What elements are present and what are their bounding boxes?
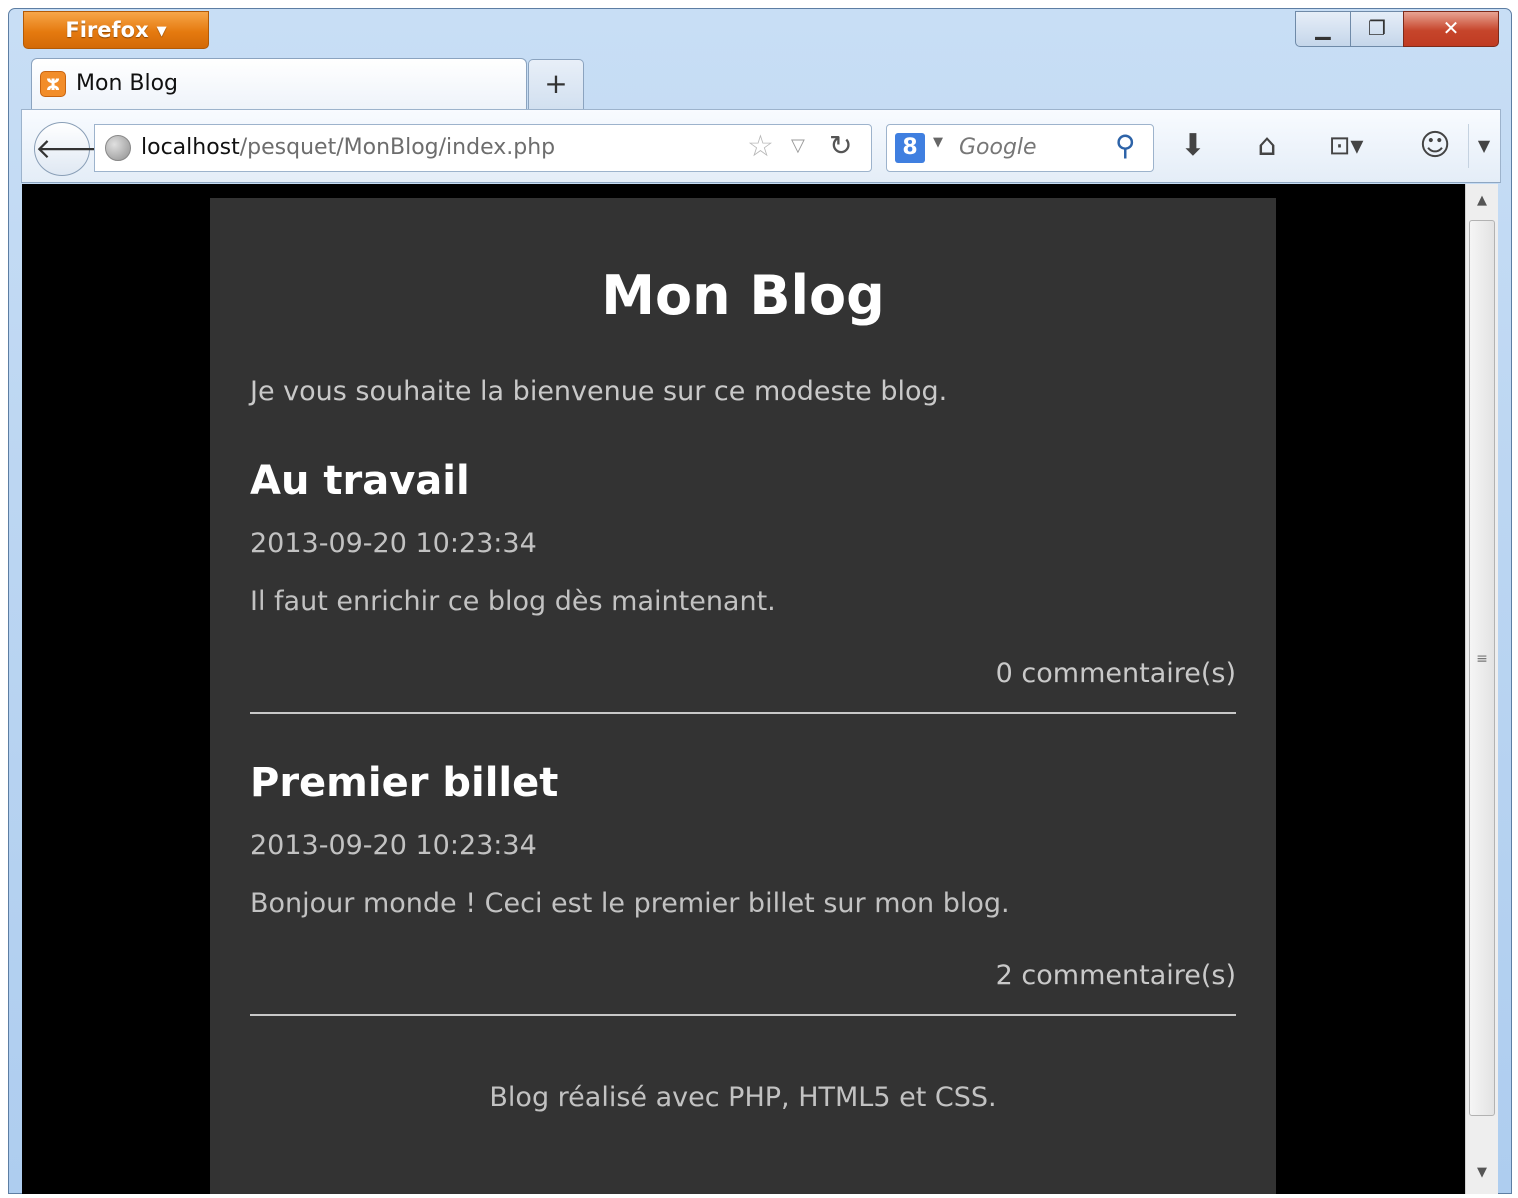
search-engine-dropdown-icon[interactable]: ▼ — [933, 135, 943, 150]
maximize-button[interactable]: ❐ — [1350, 11, 1404, 47]
address-bar[interactable]: localhost/pesquet/MonBlog/index.php ☆ ▽ … — [94, 124, 872, 172]
close-button[interactable]: ✕ — [1403, 11, 1499, 47]
intro-text: Je vous souhaite la bienvenue sur ce mod… — [250, 376, 948, 407]
page-viewport: Mon Blog Je vous souhaite la bienvenue s… — [22, 184, 1465, 1194]
tab-mon-blog[interactable]: ⵣ Mon Blog — [31, 58, 527, 110]
search-input[interactable]: Google — [959, 135, 1037, 160]
post-body: Bonjour monde ! Ceci est le premier bill… — [250, 888, 1010, 919]
new-tab-button[interactable]: + — [528, 59, 584, 109]
blog-container: Mon Blog Je vous souhaite la bienvenue s… — [210, 198, 1276, 1194]
grip-icon: ≡ — [1476, 651, 1488, 667]
post-title[interactable]: Au travail — [250, 458, 470, 504]
post-body: Il faut enrichir ce blog dès maintenant. — [250, 586, 776, 617]
post-date: 2013-09-20 10:23:34 — [250, 528, 537, 559]
firefox-menu-label: Firefox — [65, 18, 149, 42]
search-bar[interactable]: 8 ▼ Google ⚲ — [886, 124, 1154, 172]
post-comments-link[interactable]: 2 commentaire(s) — [996, 960, 1236, 991]
restore-icon: ❐ — [1368, 16, 1386, 40]
post-comments-link[interactable]: 0 commentaire(s) — [996, 658, 1236, 689]
bookmarks-icon[interactable]: ⊡▾ — [1314, 124, 1378, 168]
post-title[interactable]: Premier billet — [250, 760, 558, 806]
footer-text: Blog réalisé avec PHP, HTML5 et CSS. — [489, 1082, 997, 1113]
home-icon[interactable]: ⌂ — [1242, 124, 1292, 168]
reload-icon[interactable]: ↻ — [829, 129, 852, 162]
vertical-scrollbar[interactable]: ▲ ≡ ▼ — [1465, 184, 1498, 1194]
page-title: Mon Blog — [601, 264, 885, 327]
xampp-favicon-icon: ⵣ — [40, 71, 66, 97]
back-button[interactable]: 🡐 — [34, 122, 110, 176]
search-icon[interactable]: ⚲ — [1115, 129, 1136, 162]
scroll-up-icon[interactable]: ▲ — [1466, 186, 1498, 216]
url-host: localhost — [141, 135, 240, 160]
post-date: 2013-09-20 10:23:34 — [250, 830, 537, 861]
chevron-down-icon: ▼ — [156, 24, 167, 39]
close-icon: ✕ — [1442, 16, 1460, 40]
minimize-icon: ▁ — [1315, 16, 1331, 40]
google-icon[interactable]: 8 — [895, 133, 925, 163]
scrollbar-thumb[interactable]: ≡ — [1469, 220, 1495, 1116]
menu-icon[interactable]: ▼ — [1468, 124, 1499, 168]
firefox-menu-button[interactable]: Firefox ▼ — [23, 11, 209, 49]
post-divider — [250, 1014, 1236, 1016]
addon-icon[interactable]: ☺ — [1410, 124, 1460, 168]
globe-icon — [105, 135, 131, 161]
scroll-down-icon[interactable]: ▼ — [1466, 1158, 1498, 1188]
download-icon[interactable]: ⬇ — [1170, 124, 1216, 168]
minimize-button[interactable]: ▁ — [1295, 11, 1351, 47]
post-divider — [250, 712, 1236, 714]
tab-title: Mon Blog — [76, 71, 179, 96]
url-path: /pesquet/MonBlog/index.php — [239, 135, 556, 160]
star-icon[interactable]: ☆ — [747, 129, 774, 164]
url-dropdown-icon[interactable]: ▽ — [791, 135, 805, 156]
navigation-toolbar: 🡐 localhost/pesquet/MonBlog/index.php ☆ … — [21, 109, 1501, 183]
url-text[interactable]: localhost/pesquet/MonBlog/index.php — [141, 135, 555, 160]
